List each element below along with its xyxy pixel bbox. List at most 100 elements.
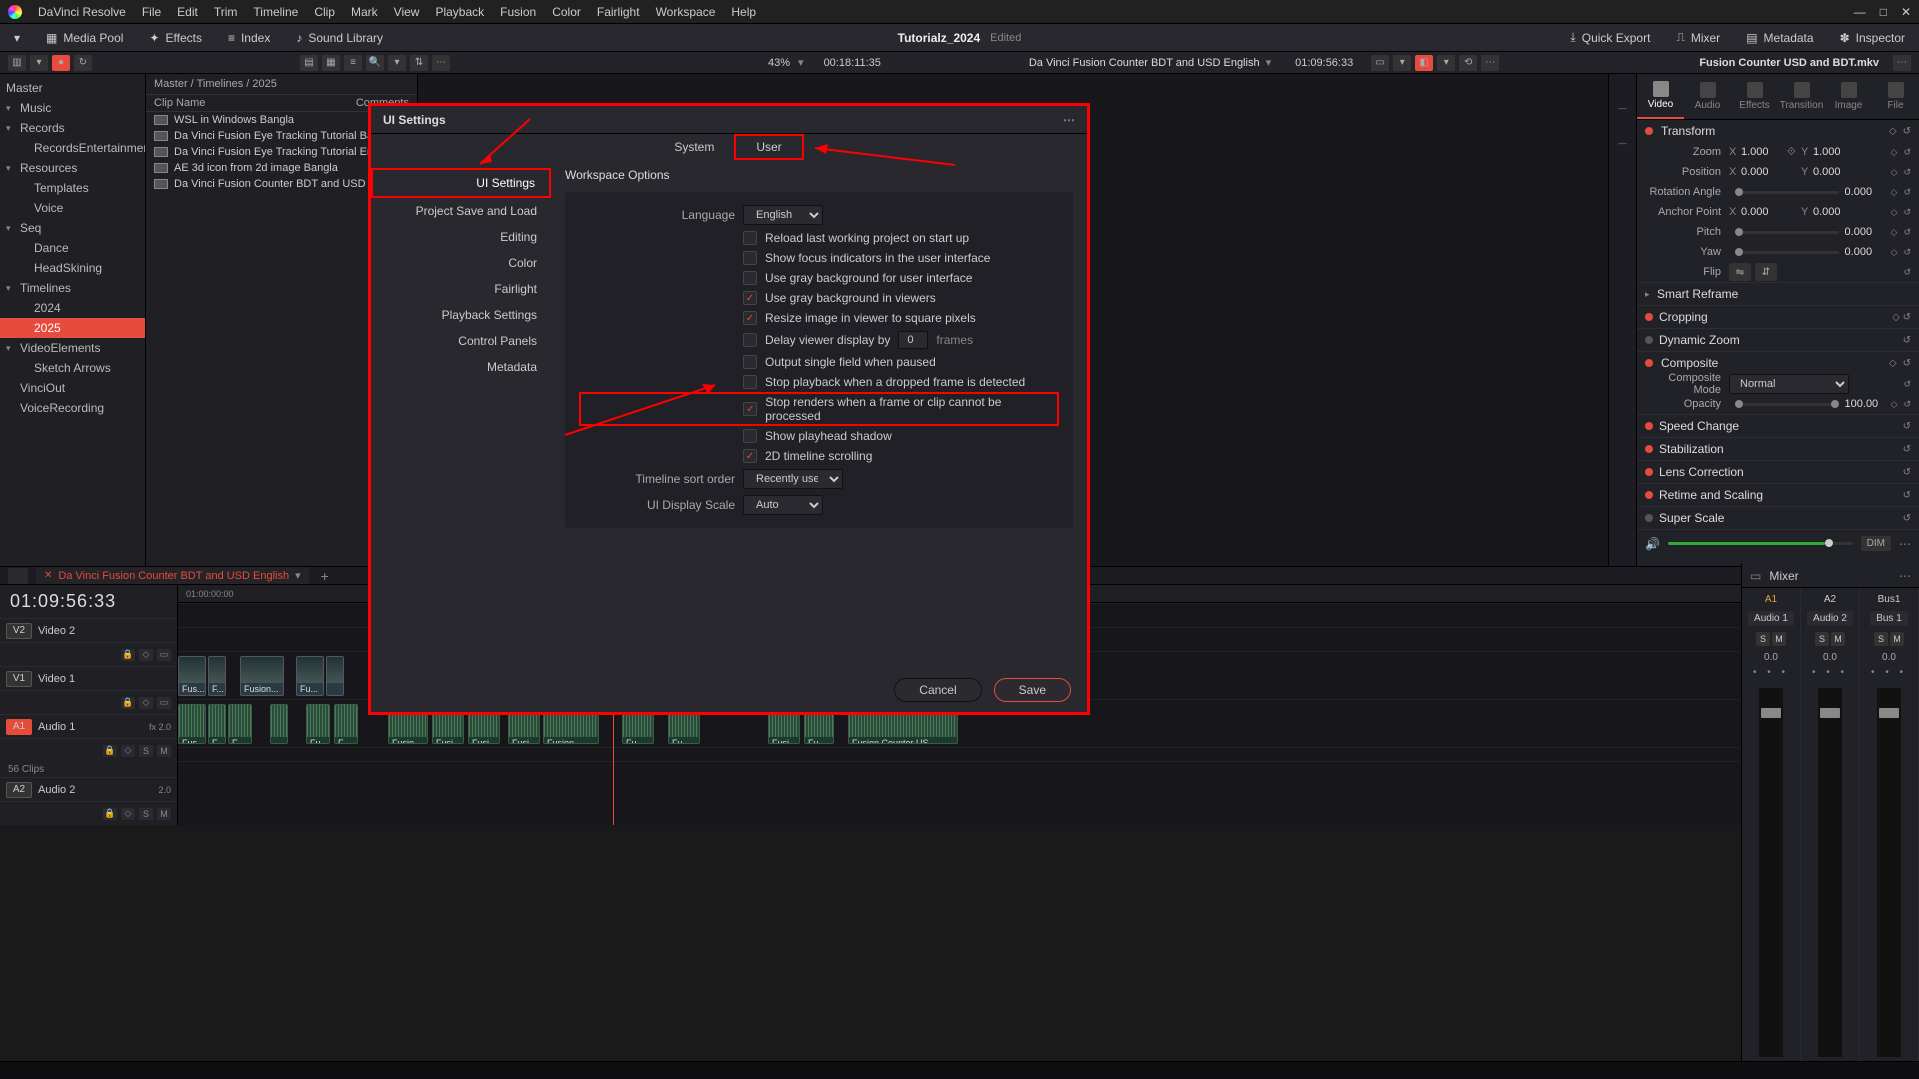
channel-label[interactable]: Audio 2	[1807, 611, 1853, 626]
v1-tag[interactable]: V1	[6, 671, 32, 687]
tree-item[interactable]: HeadSkining	[0, 258, 145, 278]
channel-label[interactable]: Audio 1	[1748, 611, 1794, 626]
tree-item[interactable]: 2025	[0, 318, 145, 338]
retime-header[interactable]: Retime and Scaling	[1659, 488, 1763, 502]
chevron-icon[interactable]: ▾	[6, 163, 16, 174]
viewer-marker[interactable]: ◧	[1415, 55, 1433, 71]
zoom-y[interactable]: 1.000	[1813, 146, 1859, 158]
zoom-value[interactable]: 43%	[768, 57, 790, 69]
video-clip[interactable]	[326, 656, 344, 696]
cropping-header[interactable]: Cropping	[1659, 310, 1708, 324]
tab-user[interactable]: User	[734, 134, 803, 160]
metadata-button[interactable]: ▤Metadata	[1740, 28, 1819, 47]
view-list-button[interactable]: ▤	[300, 55, 318, 71]
menu-workspace[interactable]: Workspace	[656, 5, 716, 19]
mute-button[interactable]: M	[1890, 632, 1904, 646]
settings-nav-item[interactable]: Playback Settings	[371, 302, 551, 328]
mixer-more-icon[interactable]: ⋯	[1899, 569, 1911, 583]
delay-input[interactable]	[898, 331, 928, 349]
viewer-dropdown2[interactable]: ▾	[1437, 55, 1455, 71]
channel-name[interactable]: Bus1	[1874, 592, 1905, 607]
menu-fairlight[interactable]: Fairlight	[597, 5, 640, 19]
breadcrumb[interactable]: Master / Timelines / 2025	[146, 74, 417, 95]
volume-slider[interactable]	[1668, 542, 1853, 545]
tree-item[interactable]: ▾Timelines	[0, 278, 145, 298]
menu-clip[interactable]: Clip	[314, 5, 335, 19]
a2-tag[interactable]: A2	[6, 782, 32, 798]
effects-button[interactable]: ✦Effects	[143, 29, 208, 47]
tree-item[interactable]: ▾Seq	[0, 218, 145, 238]
sound-library-button[interactable]: ♪Sound Library	[290, 29, 389, 47]
search-button[interactable]: 🔍	[366, 55, 384, 71]
layout-mixer-icon[interactable]: ▭	[1750, 569, 1761, 583]
more-volume-icon[interactable]: ⋯	[1899, 537, 1911, 551]
media-pool-button[interactable]: ▦Media Pool	[40, 29, 129, 47]
speed-change-header[interactable]: Speed Change	[1659, 419, 1739, 433]
tab-system[interactable]: System	[654, 136, 734, 158]
zoom-x[interactable]: 1.000	[1741, 146, 1787, 158]
close-tab-icon[interactable]: ✕	[44, 570, 52, 581]
checkbox[interactable]	[743, 429, 757, 443]
menu-timeline[interactable]: Timeline	[253, 5, 298, 19]
checkbox[interactable]	[743, 231, 757, 245]
menu-color[interactable]: Color	[552, 5, 581, 19]
viewer-dropdown[interactable]: ▾	[1393, 55, 1411, 71]
zoom-dropdown-icon[interactable]: ▾	[798, 56, 804, 69]
tree-item[interactable]: ▾Resources	[0, 158, 145, 178]
chevron-icon[interactable]: ▾	[0, 83, 2, 94]
tree-item[interactable]: VoiceRecording	[0, 398, 145, 418]
settings-nav-item[interactable]: UI Settings	[371, 168, 551, 198]
settings-nav-item[interactable]: Fairlight	[371, 276, 551, 302]
rotation-slider[interactable]	[1735, 191, 1839, 194]
audio-clip[interactable]: F...	[334, 704, 358, 744]
a2-solo-icon[interactable]: S	[139, 808, 153, 820]
clip-dropdown-icon[interactable]: ▾	[1266, 56, 1272, 69]
channel-name[interactable]: A2	[1820, 592, 1840, 607]
menu-playback[interactable]: Playback	[435, 5, 484, 19]
pitch-value[interactable]: 0.000	[1845, 226, 1891, 238]
a2-sync-icon[interactable]: ◇	[121, 808, 135, 820]
anchor-x[interactable]: 0.000	[1741, 206, 1787, 218]
column-clip-name[interactable]: Clip Name	[154, 97, 356, 109]
tab-file[interactable]: File	[1872, 74, 1919, 119]
save-button[interactable]: Save	[994, 678, 1071, 702]
chevron-icon[interactable]: ▾	[6, 283, 16, 294]
tree-item[interactable]: ▾Master	[0, 78, 145, 98]
pos-y[interactable]: 0.000	[1813, 166, 1859, 178]
tree-item[interactable]: VinciOut	[0, 378, 145, 398]
layout-button[interactable]: ▥	[8, 55, 26, 71]
menu-edit[interactable]: Edit	[177, 5, 198, 19]
checkbox[interactable]: ✓	[743, 291, 757, 305]
refresh-button[interactable]: ↻	[74, 55, 92, 71]
maximize-icon[interactable]: □	[1880, 5, 1887, 19]
view-grid-button[interactable]: ▦	[322, 55, 340, 71]
a2-lock-icon[interactable]: 🔒	[103, 808, 117, 820]
tree-item[interactable]: Templates	[0, 178, 145, 198]
more-button[interactable]: ⋯	[432, 55, 450, 71]
inspector-button[interactable]: ✽Inspector	[1834, 28, 1911, 47]
timeline-tools-icon[interactable]	[8, 568, 28, 584]
fader[interactable]	[1877, 688, 1901, 1057]
checkbox[interactable]	[743, 333, 757, 347]
chevron-icon[interactable]: ▾	[6, 343, 16, 354]
pos-x[interactable]: 0.000	[1741, 166, 1787, 178]
checkbox[interactable]	[743, 355, 757, 369]
pitch-slider[interactable]	[1735, 231, 1839, 234]
timeline-timecode[interactable]: 01:09:56:33	[0, 585, 177, 618]
channel-more-icon[interactable]: • • •	[1871, 667, 1907, 678]
viewer-link[interactable]: ⟲	[1459, 55, 1477, 71]
tab-video[interactable]: Video	[1637, 74, 1684, 119]
v2-sync-icon[interactable]: ◇	[139, 649, 153, 661]
checkbox[interactable]: ✓	[743, 402, 757, 416]
a1-mute-icon[interactable]: M	[157, 745, 171, 757]
settings-nav-item[interactable]: Metadata	[371, 354, 551, 380]
keyframe-icon[interactable]: ◇	[1889, 126, 1897, 137]
channel-label[interactable]: Bus 1	[1870, 611, 1908, 626]
chevron-icon[interactable]: ▾	[6, 123, 16, 134]
tree-item[interactable]: ▾VideoElements	[0, 338, 145, 358]
opacity-slider[interactable]	[1735, 403, 1839, 406]
audio-clip[interactable]	[270, 704, 288, 744]
chevron-icon[interactable]: ▾	[6, 223, 16, 234]
flip-v-button[interactable]: ⇵	[1755, 263, 1777, 281]
tree-item[interactable]: 2024	[0, 298, 145, 318]
